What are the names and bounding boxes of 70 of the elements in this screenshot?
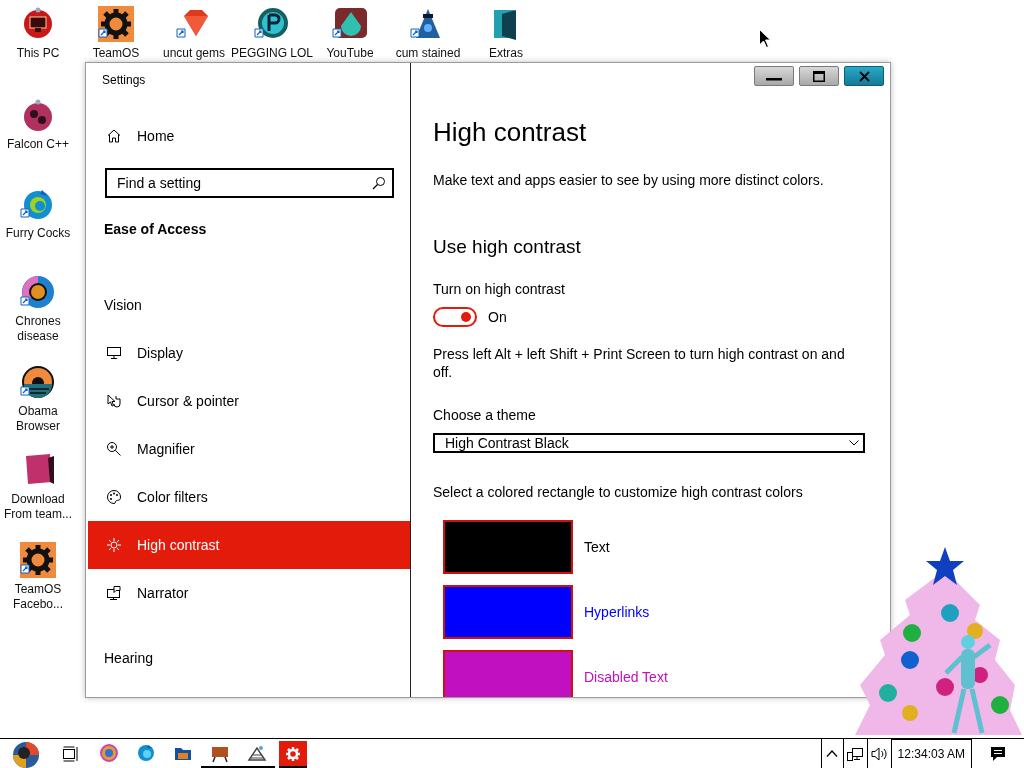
sun-icon [106, 537, 122, 553]
taskbar-app-button[interactable] [279, 741, 307, 768]
swatch-label: Disabled Text [584, 669, 668, 685]
section-title: Use high contrast [433, 235, 581, 259]
nav-item[interactable]: High contrast [88, 521, 410, 569]
nav-item[interactable]: Home [88, 112, 410, 160]
speaker-icon [870, 745, 889, 762]
icon-label[interactable]: TeamOS Facebo... [0, 582, 78, 612]
icon-label[interactable]: Chrones disease [0, 314, 78, 344]
home-icon [106, 128, 122, 144]
icon-label[interactable]: TeamOS [92, 46, 140, 61]
swatch-prompt: Select a colored rectangle to customize high contrast colors [433, 483, 803, 501]
close-icon [858, 70, 870, 82]
icon-label[interactable]: Download From team... [0, 492, 78, 522]
search-field[interactable]: Find a setting [105, 168, 394, 198]
gear-icon [20, 542, 56, 578]
nav-item[interactable]: Cursor & pointer [88, 377, 410, 425]
cursor-icon [759, 29, 771, 48]
narrator-icon [106, 585, 122, 601]
sunset-icon [20, 364, 56, 400]
icon-label[interactable]: This PC [16, 46, 60, 61]
group-heading: Vision [103, 296, 143, 315]
network-icon [846, 745, 865, 762]
theme-dropdown[interactable]: High Contrast Black [433, 433, 865, 453]
color-swatch[interactable] [443, 650, 573, 697]
color-swatch[interactable] [443, 585, 573, 639]
page-description: Make text and apps easier to see by using more distinct colors. [433, 171, 824, 189]
search-icon [372, 176, 386, 190]
nav-item[interactable]: Display [88, 329, 410, 377]
icon-label[interactable]: Extras [489, 46, 523, 61]
toggle-label: Turn on high contrast [433, 280, 565, 298]
maximize-button[interactable] [799, 66, 839, 86]
page-title: High contrast [433, 116, 587, 148]
icon-label[interactable]: Furry Cocks [5, 226, 71, 241]
palette-icon [106, 489, 122, 505]
color-swatch[interactable] [443, 520, 573, 574]
minimize-button[interactable] [754, 66, 794, 86]
monitor-icon [106, 345, 122, 361]
browser-icon [98, 742, 119, 763]
icon-label[interactable]: YouTube [326, 46, 374, 61]
ring-icon [20, 274, 56, 310]
swatch-label: Hyperlinks [584, 604, 650, 620]
icon-label[interactable]: uncut gems [162, 46, 225, 61]
task-view-icon [62, 745, 80, 762]
maximize-icon [813, 70, 825, 82]
shortcut-note: Press left Alt + left Shift + Print Screen to turn high contrast on and off. [433, 345, 846, 381]
toggle-state: On [488, 309, 507, 325]
nav-item[interactable]: Magnifier [88, 425, 410, 473]
icon-label[interactable]: PEGGING LOL [231, 46, 313, 61]
window-title: Settings [101, 72, 147, 89]
section-heading: Ease of Access [103, 220, 208, 239]
message-icon [990, 745, 1006, 762]
globe-icon [135, 742, 156, 763]
hand-pointer-icon [106, 393, 122, 409]
chevron-down-icon [849, 440, 859, 446]
icon-label[interactable]: Falcon C++ [6, 137, 69, 152]
close-button[interactable] [844, 66, 884, 86]
caret-up-icon [826, 750, 839, 757]
minimize-icon [766, 78, 782, 81]
nav-item[interactable]: Narrator [88, 569, 410, 617]
toggle-switch[interactable] [433, 307, 477, 327]
clock[interactable]: 12:34:03 AM [890, 739, 972, 768]
theme-label: Choose a theme [433, 406, 536, 424]
icon-label[interactable]: Obama Browser [0, 404, 78, 434]
gear-icon [98, 6, 134, 42]
nav-item[interactable]: Color filters [88, 473, 410, 521]
icon-label[interactable]: cum stained [395, 46, 461, 61]
swatch-label: Text [584, 539, 610, 555]
group-heading: Hearing [103, 649, 155, 668]
magnifier-icon [106, 441, 122, 457]
